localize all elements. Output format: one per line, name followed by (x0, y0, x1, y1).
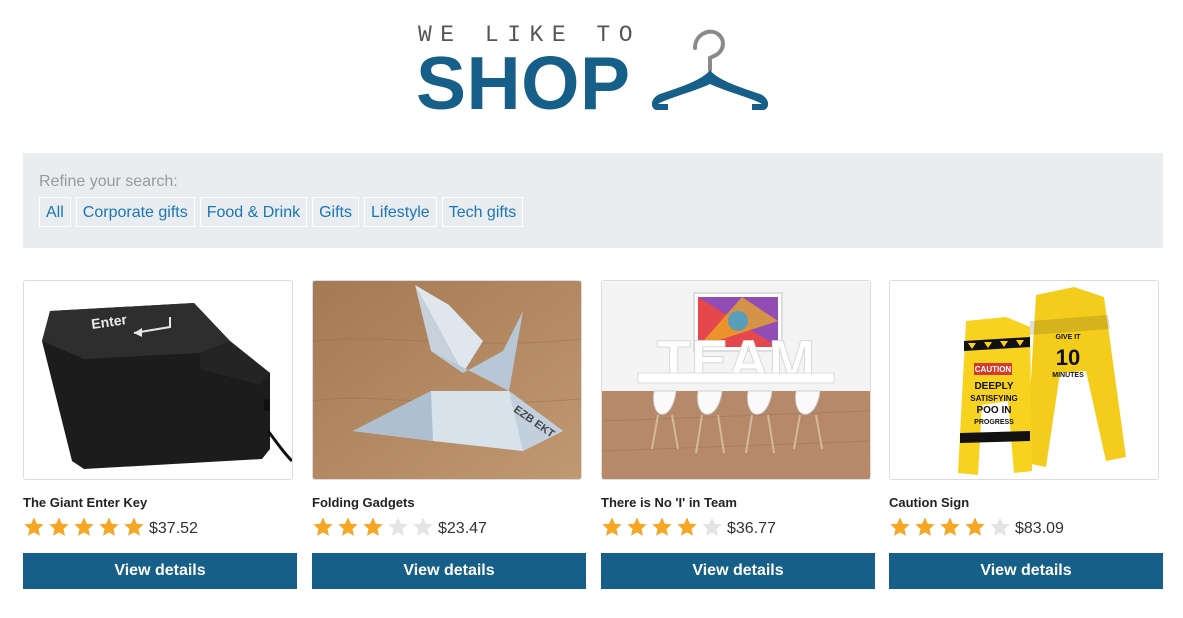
product-price: $83.09 (1015, 519, 1064, 537)
star-icon (413, 517, 433, 536)
star-icon (990, 517, 1010, 536)
star-icon (124, 517, 144, 536)
product-card: EZB EKT Folding Gadgets $23.47 View deta… (312, 280, 586, 590)
hanger-icon (651, 29, 769, 110)
svg-text:SATISFYING: SATISFYING (970, 394, 1017, 403)
view-details-button[interactable]: View details (601, 553, 875, 589)
enter-key-image[interactable]: Enter (23, 280, 293, 480)
star-icon (627, 517, 647, 536)
star-icon (677, 517, 697, 536)
logo-wordmark: SHOP (416, 41, 631, 125)
product-rating: $83.09 (889, 514, 1064, 540)
star-icon (338, 517, 358, 536)
product-grid: Enter The Giant Enter Key $37.52 View de… (23, 280, 1163, 600)
category-food-drink[interactable]: Food & Drink (199, 197, 308, 227)
product-rating: $36.77 (601, 514, 776, 540)
team-room-image[interactable]: TEAM (601, 280, 871, 480)
product-rating: $37.52 (23, 514, 198, 540)
product-title[interactable]: Caution Sign (889, 495, 969, 510)
star-icon (702, 517, 722, 536)
category-filter-list: All Corporate gifts Food & Drink Gifts L… (39, 197, 524, 227)
site-logo[interactable]: WE LIKE TO SHOP (416, 22, 776, 122)
category-gifts[interactable]: Gifts (312, 197, 359, 227)
product-title[interactable]: Folding Gadgets (312, 495, 415, 510)
product-title[interactable]: The Giant Enter Key (23, 495, 147, 510)
product-price: $23.47 (438, 519, 487, 537)
filter-label: Refine your search: (39, 173, 178, 190)
svg-text:DEEPLY: DEEPLY (974, 381, 1013, 392)
caution-sign-image[interactable]: GIVE IT 10 MINUTES CAUTION DEEPLY SATISF… (889, 280, 1159, 480)
svg-text:10: 10 (1056, 345, 1080, 370)
star-icon (363, 517, 383, 536)
star-icon (388, 517, 408, 536)
star-icon (99, 517, 119, 536)
origami-bird-image[interactable]: EZB EKT (312, 280, 582, 480)
view-details-button[interactable]: View details (312, 553, 586, 589)
category-all[interactable]: All (39, 197, 71, 227)
category-corporate-gifts[interactable]: Corporate gifts (75, 197, 195, 227)
star-icon (940, 517, 960, 536)
svg-text:CAUTION: CAUTION (975, 365, 1012, 374)
product-card: Enter The Giant Enter Key $37.52 View de… (23, 280, 297, 590)
svg-text:POO IN: POO IN (976, 405, 1011, 416)
star-icon (313, 517, 333, 536)
product-rating: $23.47 (312, 514, 487, 540)
star-icon (602, 517, 622, 536)
category-lifestyle[interactable]: Lifestyle (363, 197, 437, 227)
category-tech-gifts[interactable]: Tech gifts (441, 197, 524, 227)
svg-text:GIVE IT: GIVE IT (1056, 334, 1082, 341)
star-icon (915, 517, 935, 536)
star-icon (49, 517, 69, 536)
product-price: $36.77 (727, 519, 776, 537)
view-details-button[interactable]: View details (889, 553, 1163, 589)
star-icon (890, 517, 910, 536)
svg-text:MINUTES: MINUTES (1052, 372, 1084, 379)
product-card: TEAM There is No 'I' in Team $36.77 View… (601, 280, 875, 590)
product-card: GIVE IT 10 MINUTES CAUTION DEEPLY SATISF… (889, 280, 1163, 590)
product-title[interactable]: There is No 'I' in Team (601, 495, 737, 510)
svg-text:PROGRESS: PROGRESS (974, 419, 1014, 426)
view-details-button[interactable]: View details (23, 553, 297, 589)
star-icon (965, 517, 985, 536)
star-icon (652, 517, 672, 536)
product-price: $37.52 (149, 519, 198, 537)
filter-panel: Refine your search: All Corporate gifts … (23, 153, 1163, 248)
star-icon (24, 517, 44, 536)
star-icon (74, 517, 94, 536)
